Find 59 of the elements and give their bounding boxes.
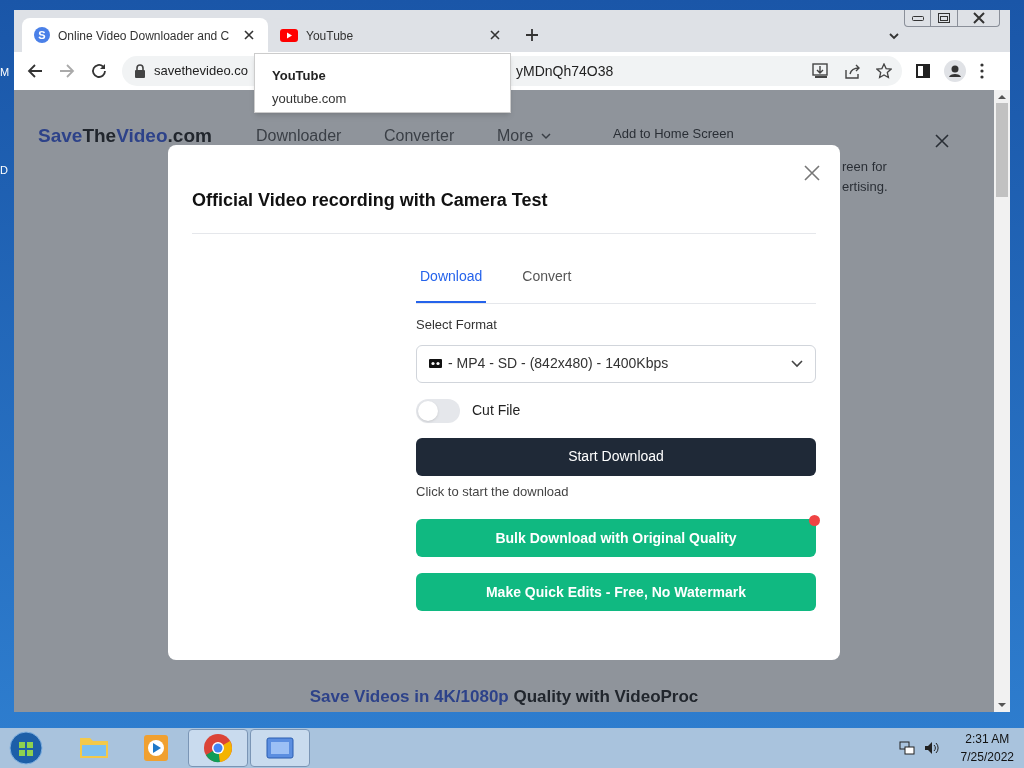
format-select[interactable]: - MP4 - SD - (842x480) - 1400Kbps <box>416 344 816 383</box>
banner-text: ertising. <box>842 178 888 196</box>
browser-tab[interactable]: S Online Video Downloader and C <box>22 18 268 52</box>
url-text: savethevideo.co <box>154 62 248 81</box>
desktop-icon-label[interactable]: D <box>0 162 8 179</box>
caret-icon <box>541 132 552 140</box>
start-download-button[interactable]: Start Download <box>416 437 816 476</box>
side-panel-icon[interactable] <box>916 64 930 78</box>
site-logo[interactable]: SaveTheVideo.com <box>38 122 212 151</box>
minimize-icon <box>911 15 924 21</box>
cassette-icon <box>429 359 442 368</box>
tab-title: YouTube <box>306 29 354 43</box>
url-text: yMDnQh74O38 <box>516 61 614 81</box>
nav-link[interactable]: Downloader <box>256 124 342 148</box>
banner-text: reen for <box>842 158 887 176</box>
form-tab[interactable]: Convert <box>518 266 576 303</box>
banner-title: Add to Home Screen <box>613 125 734 143</box>
install-icon[interactable] <box>812 63 830 79</box>
form-tab[interactable]: Download <box>416 266 487 303</box>
reload-icon[interactable] <box>90 62 108 80</box>
taskbar-button[interactable] <box>250 729 310 767</box>
volume-icon[interactable] <box>922 740 939 756</box>
taskbar-button[interactable] <box>188 729 248 767</box>
scroll-up-icon[interactable] <box>998 94 1006 100</box>
scrollbar-thumb[interactable] <box>996 103 1008 197</box>
clock-time[interactable]: 2:31 AM <box>965 730 1010 748</box>
select-value: - MP4 - SD - (842x480) - 1400Kbps <box>448 354 670 373</box>
share-icon[interactable] <box>844 63 862 79</box>
tab-title: Online Video Downloader and C <box>58 29 230 43</box>
scrollbar[interactable] <box>994 90 1010 712</box>
tooltip-url: youtube.com <box>272 89 348 108</box>
scroll-down-icon[interactable] <box>998 702 1006 708</box>
new-tab-icon[interactable] <box>524 27 540 43</box>
nav-link[interactable]: Converter <box>384 124 455 148</box>
menu-icon[interactable] <box>980 63 984 79</box>
profile-icon[interactable] <box>944 60 966 82</box>
hint-text: Click to start the download <box>416 482 570 501</box>
tooltip-title: YouTube <box>272 67 327 85</box>
chevron-icon <box>791 359 803 368</box>
start-orb-icon[interactable] <box>6 728 46 768</box>
modal-title: Official Video recording with Camera Test <box>192 189 549 211</box>
star-icon[interactable] <box>876 63 892 79</box>
site-favicon: S <box>34 27 50 43</box>
toggle-label: Cut File <box>472 401 521 420</box>
lock-icon <box>134 64 146 78</box>
maximize-icon <box>938 13 950 23</box>
close-icon[interactable] <box>488 28 502 42</box>
nav-link[interactable]: More <box>497 124 552 148</box>
field-label: Select Format <box>416 316 498 334</box>
close-icon <box>972 12 985 24</box>
toggle-switch[interactable] <box>416 398 460 423</box>
desktop-icon-label[interactable]: M <box>0 64 10 81</box>
clock-date[interactable]: 7/25/2022 <box>960 748 1014 766</box>
play-icon <box>280 28 298 42</box>
back-icon[interactable] <box>26 62 44 80</box>
close-icon[interactable] <box>242 28 256 42</box>
chrome-icon <box>202 732 234 764</box>
network-icon[interactable] <box>898 740 915 756</box>
promo-text[interactable]: Save Videos in 4K/1080p Quality with VideoProc <box>14 684 994 710</box>
